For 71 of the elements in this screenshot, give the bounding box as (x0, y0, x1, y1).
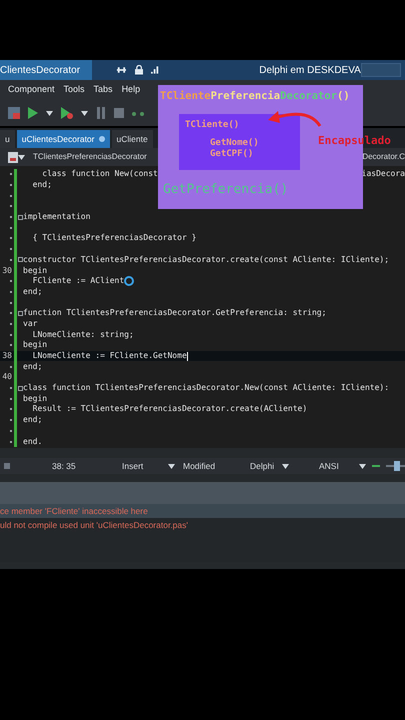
menu-item[interactable]: Tabs (94, 83, 113, 97)
code-line: end; (23, 416, 42, 424)
code-line: { TClientesPreferenciasDecorator } (32, 234, 196, 242)
zoom-slider[interactable] (386, 461, 405, 471)
outer-method: GetPreferencia() (163, 180, 288, 199)
diagram-title: Preferencia (210, 89, 280, 104)
dropdown-icon (81, 110, 88, 116)
menu-item[interactable]: Tools (64, 83, 85, 97)
method-name: GetCPF() (210, 149, 254, 160)
code-line: FCliente := AClient (32, 277, 124, 286)
code-line: class function New(const (41, 170, 158, 178)
menu-item[interactable]: Component (8, 83, 55, 97)
layout-field[interactable] (360, 63, 401, 77)
inner-title: TCliente() (185, 118, 240, 132)
line-number: 38 (2, 352, 12, 360)
code-line: end; (23, 362, 42, 371)
code-line: LNomeCliente: string; (32, 330, 134, 339)
code-line: iasDecora (362, 170, 405, 178)
code-line: begin (23, 266, 48, 275)
fold-icon[interactable] (18, 310, 22, 316)
editor-tab[interactable]: uClientesDecorator (16, 130, 110, 148)
caret-icon (168, 464, 175, 468)
code-line: function TClientesPreferenciasDecorator.GetPreferencia: string; (23, 309, 326, 318)
unit-icon (8, 152, 18, 162)
insert-mode[interactable]: Insert (122, 460, 168, 472)
lock-icon[interactable] (134, 65, 144, 75)
method-name: GetNome() (210, 138, 259, 149)
diagram-title: () (337, 89, 350, 104)
breadcrumb-method[interactable]: Decorator.C (362, 151, 405, 163)
zoom-thumb[interactable] (394, 461, 400, 471)
fold-icon[interactable] (18, 257, 22, 262)
pause-icon[interactable] (96, 107, 106, 119)
run-icon[interactable] (28, 107, 38, 119)
editor-tab[interactable]: u (0, 130, 15, 148)
line-number: 30 (2, 266, 12, 275)
window-title: Delphi em DESKDEVA (259, 64, 361, 78)
run-debug-icon[interactable] (61, 107, 73, 119)
status-square-icon (4, 463, 10, 469)
pin-icon[interactable] (116, 65, 127, 75)
diagram-title: Decorator (280, 89, 338, 104)
dropdown-icon (46, 110, 53, 116)
signal-icon[interactable] (151, 65, 160, 75)
caret-icon (359, 464, 366, 468)
text-cursor (186, 352, 188, 361)
code-line: end; (23, 288, 42, 296)
code-line: LNomeCliente := FCliente.GetNome (32, 352, 187, 360)
caret-icon (282, 464, 289, 468)
diagram-title: TCliente (160, 89, 211, 104)
editor-tab[interactable]: uCliente (112, 130, 153, 148)
fold-icon[interactable] (18, 214, 22, 220)
code-line: begin (23, 341, 48, 350)
code-line: end; (32, 181, 52, 190)
code-line: implementation (23, 213, 90, 222)
line-number: 40 (2, 373, 12, 382)
step-icon[interactable] (132, 109, 144, 117)
code-line: begin (23, 394, 48, 403)
project-tab[interactable]: ClientesDecorator (0, 60, 92, 80)
code-line: Result := TClientesPreferenciasDecorator.create(ACliente) (32, 405, 308, 414)
code-line: constructor TClientesPreferenciasDecorator.create(const ACliente: ICliente); (23, 256, 390, 264)
caret-icon (18, 154, 25, 160)
code-line: var (23, 320, 38, 328)
cursor-position: 38: 35 (52, 460, 77, 472)
encoding[interactable]: ANSI (319, 460, 359, 472)
language-mode[interactable]: Delphi (250, 460, 282, 472)
fold-icon[interactable] (18, 386, 22, 391)
code-line: end. (23, 438, 42, 446)
code-line: class function TClientesPreferenciasDecorator.New(const ACliente: ICliente): (23, 384, 390, 392)
modified-state: Modified (183, 460, 216, 472)
menu-item[interactable]: Help (122, 83, 140, 97)
breadcrumb-class[interactable]: TClientesPreferenciasDecorator (33, 151, 147, 163)
horizontal-scrollbar[interactable] (0, 448, 405, 458)
